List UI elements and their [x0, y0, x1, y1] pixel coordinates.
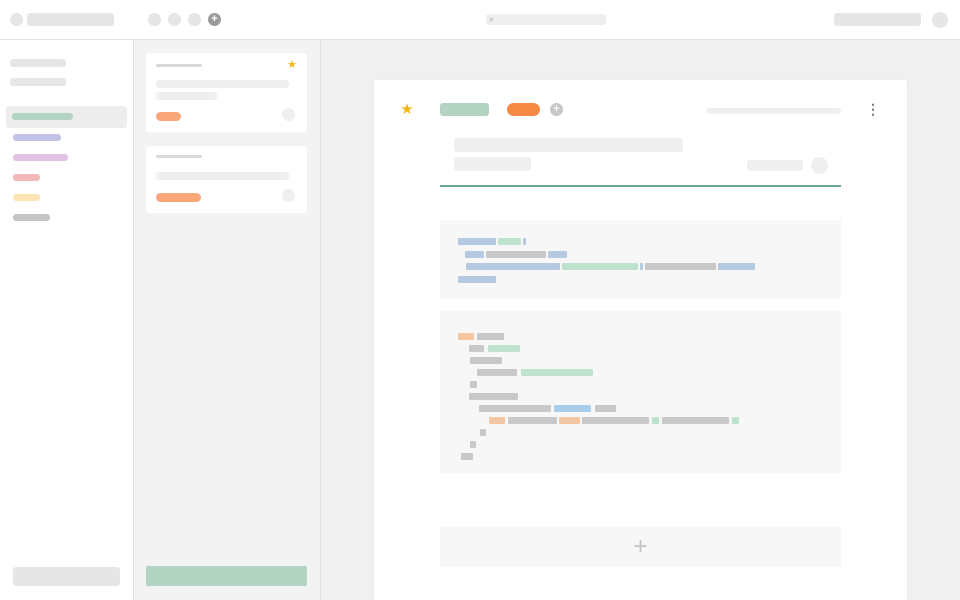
main-area: ★ + ⋮ +	[321, 40, 960, 600]
note-card-title-line-1	[156, 80, 289, 88]
code-token	[469, 345, 484, 352]
avatar[interactable]	[932, 12, 948, 28]
note-card-2[interactable]	[146, 146, 307, 213]
toolbar-circle-button-3[interactable]	[188, 13, 201, 26]
note-list: ★	[134, 40, 321, 600]
plus-icon: +	[633, 533, 648, 560]
code-token	[480, 429, 486, 436]
code-token	[458, 276, 496, 283]
code-token	[559, 417, 580, 424]
note-author-avatar	[811, 157, 828, 174]
note-card-avatar	[282, 108, 295, 121]
sidebar-tag-grey[interactable]	[13, 214, 50, 221]
sidebar	[0, 40, 134, 600]
workspace-name-placeholder[interactable]	[27, 13, 114, 26]
plus-icon: +	[553, 103, 560, 115]
note-card-avatar	[282, 189, 295, 202]
search-input[interactable]: ⌕	[486, 14, 606, 25]
sidebar-tag-selected-row[interactable]	[6, 106, 127, 128]
code-token	[652, 417, 659, 424]
code-token	[488, 345, 520, 352]
top-bar: + ⌕	[0, 0, 960, 40]
code-token	[595, 405, 616, 412]
code-token	[645, 263, 716, 270]
code-token	[461, 453, 473, 460]
code-token	[718, 263, 755, 270]
code-token	[582, 417, 649, 424]
code-token	[477, 369, 517, 376]
sidebar-tag-blue[interactable]	[13, 134, 61, 141]
note-card-1[interactable]: ★	[146, 53, 307, 132]
code-token	[458, 333, 474, 340]
note-card-tag	[156, 193, 201, 202]
note-document: ★ + ⋮ +	[374, 80, 907, 600]
sidebar-tag-green	[12, 113, 73, 120]
add-button[interactable]: +	[208, 13, 221, 26]
code-token	[465, 251, 484, 258]
code-token	[548, 251, 567, 258]
code-token	[508, 417, 557, 424]
code-token	[498, 238, 521, 245]
code-token	[466, 263, 560, 270]
sidebar-tag-red[interactable]	[13, 174, 40, 181]
note-meta-placeholder	[707, 108, 841, 114]
star-icon[interactable]: ★	[286, 59, 298, 71]
code-token	[640, 263, 643, 270]
search-icon: ⌕	[489, 14, 495, 24]
sidebar-tag-yellow[interactable]	[13, 194, 40, 201]
toolbar-circle-button-1[interactable]	[148, 13, 161, 26]
code-token	[523, 238, 526, 245]
account-name-placeholder[interactable]	[834, 13, 921, 26]
code-token	[489, 417, 505, 424]
code-token	[562, 263, 638, 270]
note-card-title-line-2	[156, 92, 217, 100]
add-tag-button[interactable]: +	[550, 103, 563, 116]
code-token	[470, 381, 477, 388]
code-block-2[interactable]	[440, 311, 841, 473]
code-token	[521, 369, 593, 376]
code-token	[458, 238, 496, 245]
note-tag-green[interactable]	[440, 103, 489, 116]
note-title-line-2[interactable]	[454, 157, 531, 171]
star-icon[interactable]: ★	[399, 101, 415, 117]
title-divider	[440, 185, 841, 187]
code-token	[469, 393, 518, 400]
sidebar-tag-purple[interactable]	[13, 154, 68, 161]
note-tag-orange[interactable]	[507, 103, 540, 116]
code-token	[470, 357, 502, 364]
code-token	[470, 441, 476, 448]
code-token	[554, 405, 591, 412]
plus-icon: +	[211, 13, 218, 25]
app-logo	[10, 13, 23, 26]
note-author-placeholder	[747, 160, 803, 171]
note-card-date	[156, 64, 202, 67]
note-title-line-1[interactable]	[454, 138, 683, 152]
code-token	[732, 417, 739, 424]
note-card-date	[156, 155, 202, 158]
add-block-button[interactable]: +	[440, 527, 841, 567]
code-token	[477, 333, 504, 340]
code-token	[662, 417, 729, 424]
sidebar-item-2[interactable]	[10, 78, 66, 86]
sidebar-item-1[interactable]	[10, 59, 66, 67]
note-card-title-line-1	[156, 172, 289, 180]
more-vertical-icon[interactable]: ⋮	[866, 101, 880, 117]
note-card-tag	[156, 112, 181, 121]
code-token	[486, 251, 546, 258]
toolbar-circle-button-2[interactable]	[168, 13, 181, 26]
code-token	[479, 405, 551, 412]
new-note-button[interactable]	[146, 566, 307, 586]
sidebar-footer-button[interactable]	[13, 567, 120, 586]
code-block-1[interactable]	[440, 220, 841, 299]
